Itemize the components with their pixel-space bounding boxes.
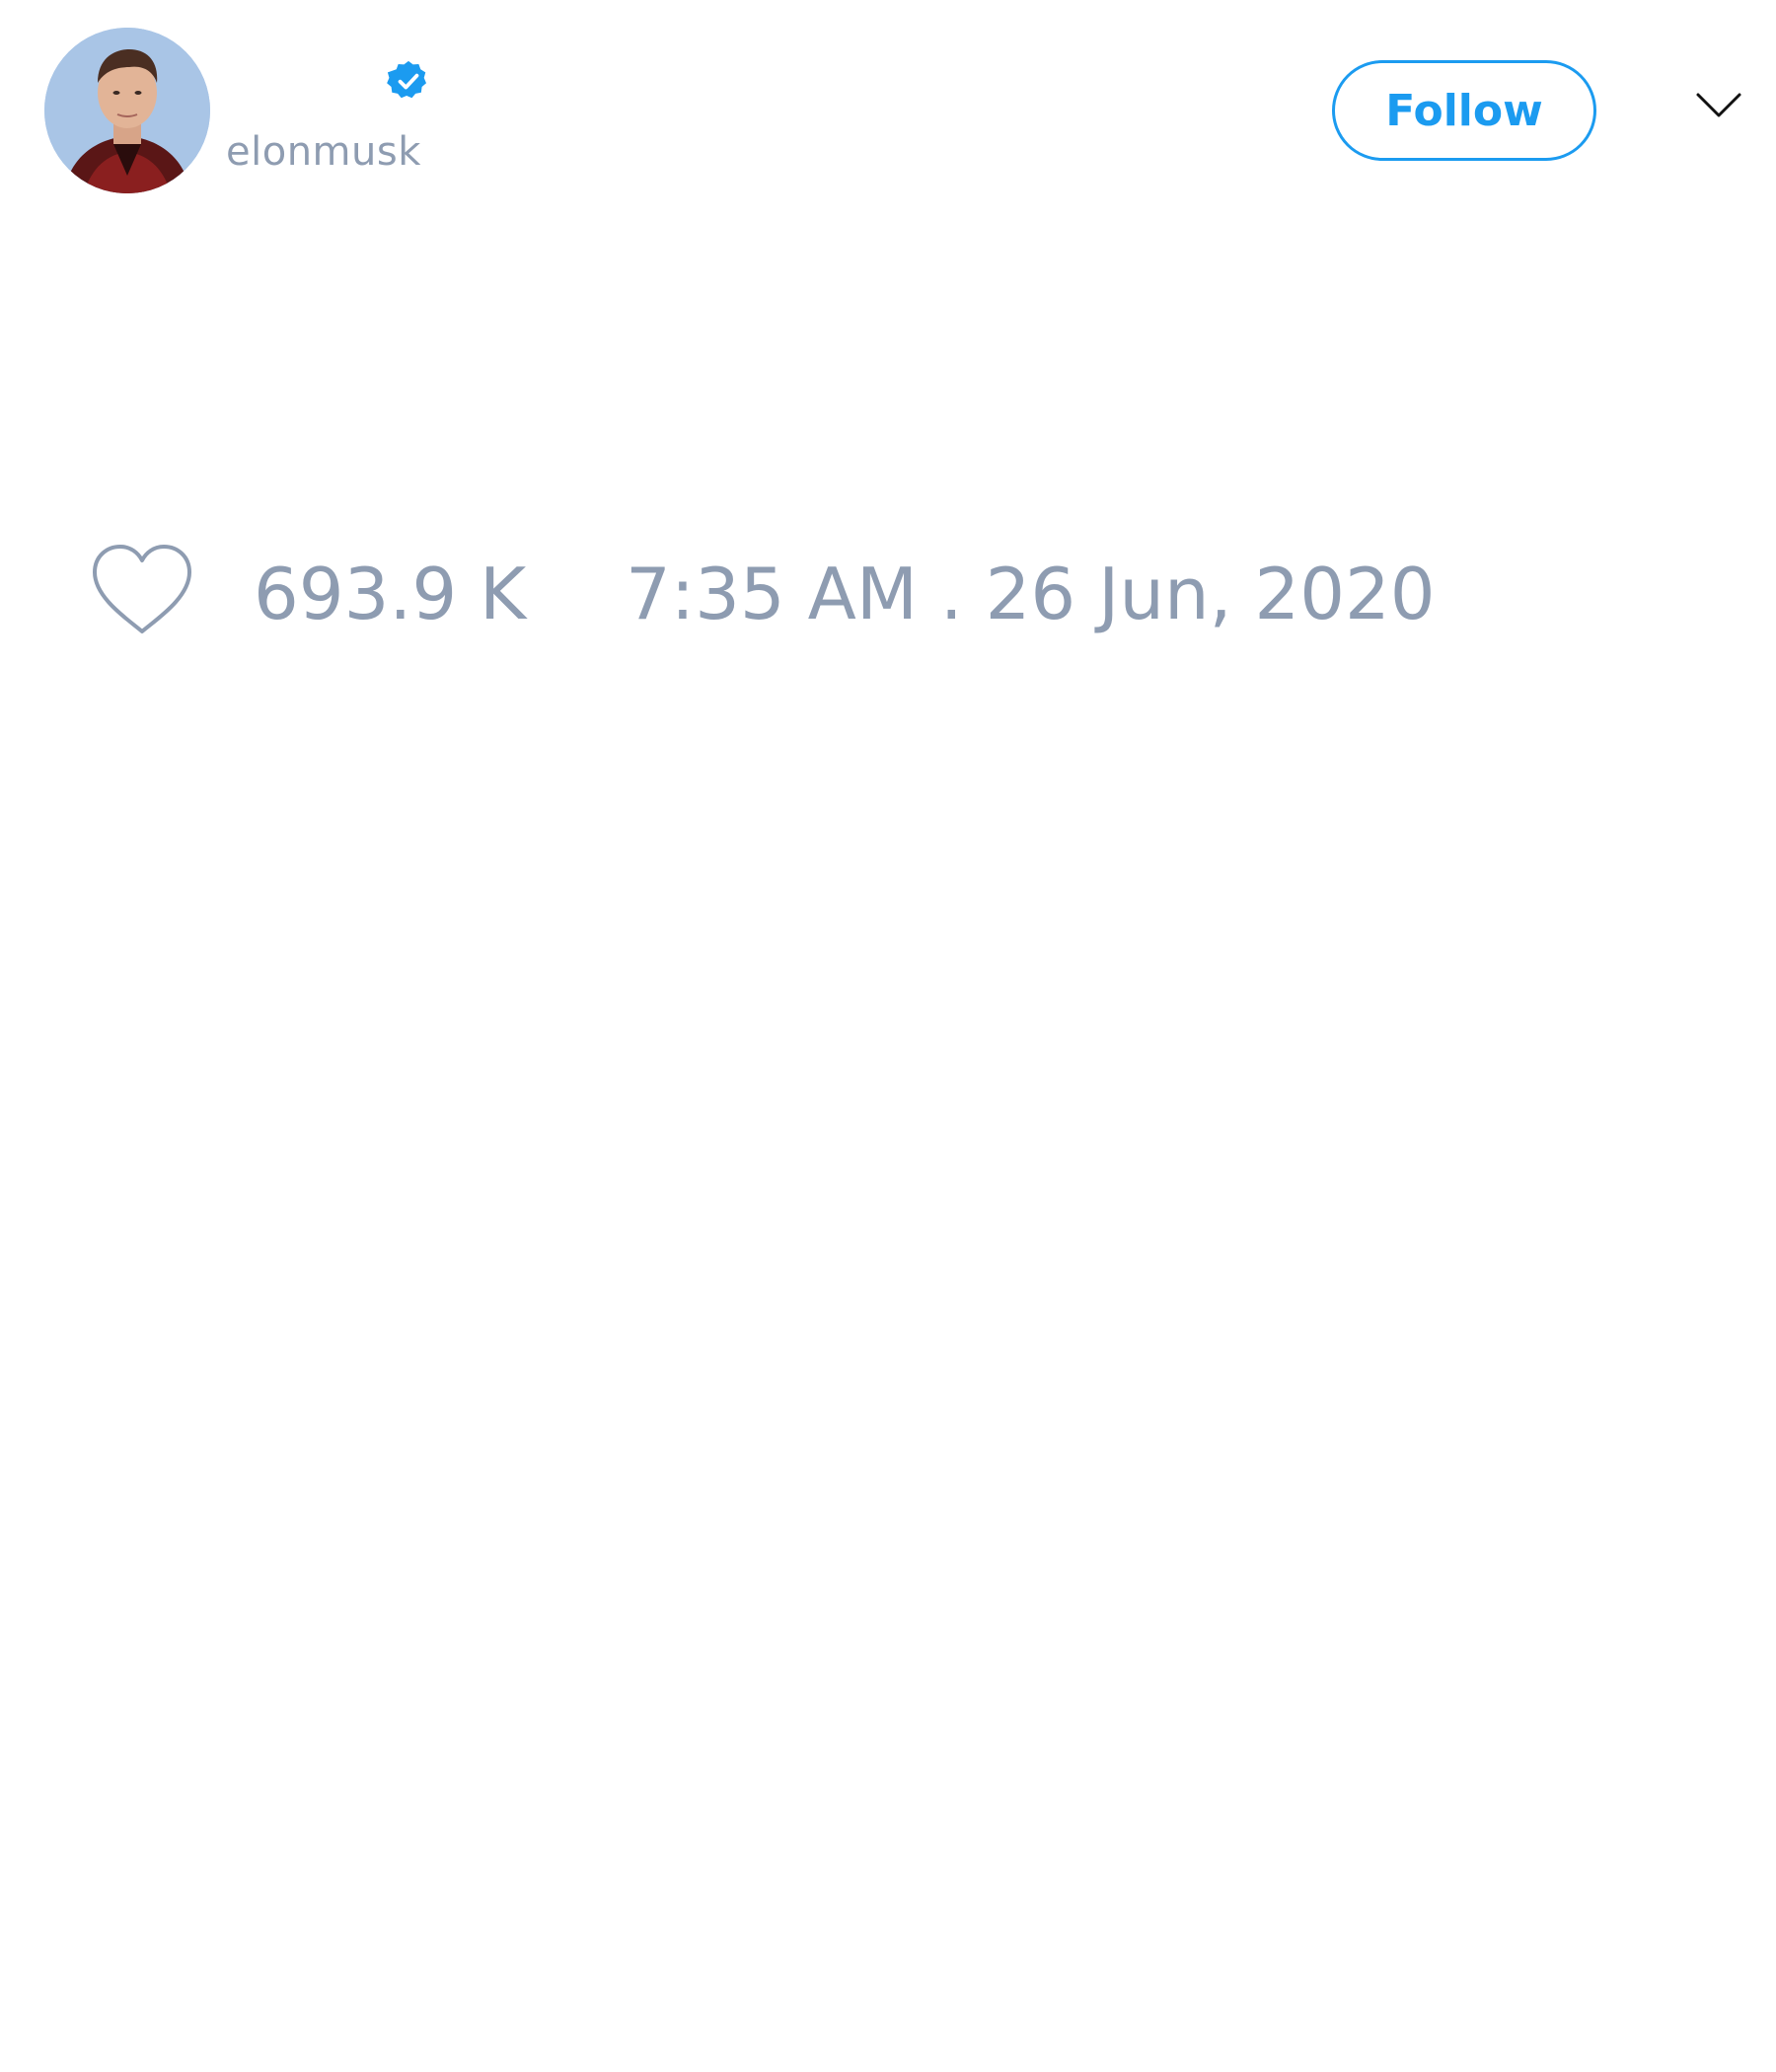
chevron-down-icon[interactable] xyxy=(1695,91,1742,120)
avatar-image xyxy=(44,28,210,193)
tweet-timestamp[interactable]: 7:35 AM . 26 Jun, 2020 xyxy=(626,551,1436,637)
like-count: 693.9 K xyxy=(254,553,527,635)
avatar[interactable] xyxy=(44,28,210,193)
tweet-stats: 693.9 K 7:35 AM . 26 Jun, 2020 xyxy=(0,533,1776,651)
tweet-header: elonmusk Follow xyxy=(0,0,1776,217)
heart-icon[interactable] xyxy=(89,543,195,637)
follow-button[interactable]: Follow xyxy=(1332,60,1596,161)
author-handle[interactable]: elonmusk xyxy=(226,124,421,180)
verified-badge-icon xyxy=(387,60,427,99)
